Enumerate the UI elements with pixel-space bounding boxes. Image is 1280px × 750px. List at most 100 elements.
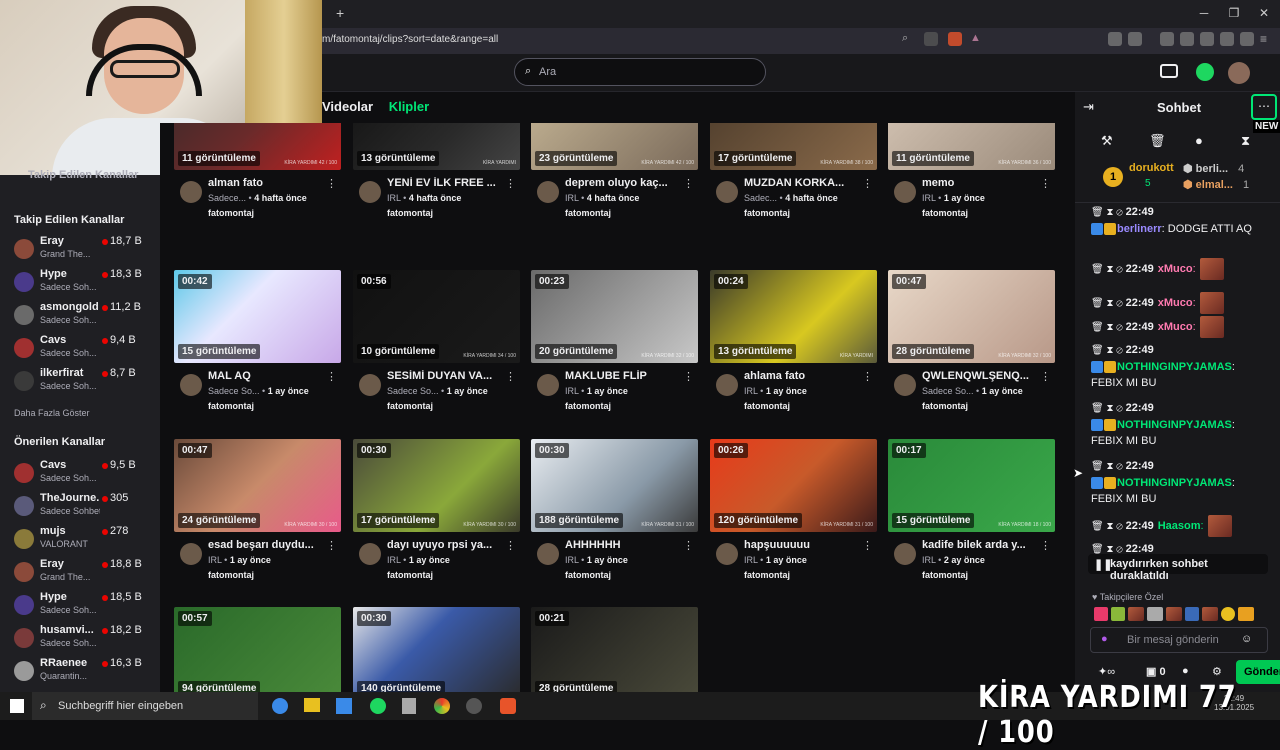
mod-tools-icon[interactable]: 🗑 ⧗ ⊘ — [1091, 521, 1126, 532]
share-icon[interactable] — [924, 32, 938, 46]
clip-card[interactable]: 11 görüntüleme KİRA YARDIMI 42 / 100 alman… — [174, 123, 341, 218]
clip-category[interactable]: IRL — [387, 193, 401, 203]
clip-card[interactable]: 00:57 94 görüntüleme — [174, 607, 341, 692]
sidebar-channel[interactable]: Eray Grand The... 18,7 B — [0, 235, 160, 268]
more-options-icon[interactable]: ⋮ — [326, 370, 337, 383]
clip-category[interactable]: Sadece So... — [208, 386, 260, 396]
chat-message[interactable]: 🗑 ⧗ ⊘ 22:49 NOTHINGINPYJAMAS: FEBIX MI BU — [1091, 458, 1261, 507]
clip-thumbnail[interactable]: 11 görüntüleme KİRA YARDIMI 36 / 100 — [888, 123, 1055, 170]
clip-card[interactable]: 13 görüntüleme KİRA YARDIMI YENİ EV İLK FR… — [353, 123, 520, 218]
maximize-icon[interactable]: ❐ — [1224, 6, 1244, 20]
brave-shield-icon[interactable] — [948, 32, 962, 46]
more-options-icon[interactable]: ⋮ — [505, 177, 516, 190]
file-explorer-icon[interactable] — [304, 698, 320, 712]
chat-username[interactable]: berlinerr — [1117, 223, 1162, 235]
clip-card[interactable]: 17 görüntüleme KİRA YARDIMI 38 / 100 MUZDA… — [710, 123, 877, 218]
chat-username[interactable]: Haasom — [1158, 520, 1201, 532]
clip-thumbnail[interactable]: 17 görüntüleme KİRA YARDIMI 38 / 100 — [710, 123, 877, 170]
clip-thumbnail[interactable]: 00:47 28 görüntüleme KİRA YARDIMI 32 / 100 — [888, 270, 1055, 363]
sidebar-channel[interactable]: Hype Sadece Soh... 18,5 B — [0, 591, 160, 624]
clip-channel[interactable]: fatomontaj — [565, 208, 611, 218]
clip-thumbnail[interactable]: 00:47 24 görüntüleme KİRA YARDIMI 30 / 100 — [174, 439, 341, 532]
channel-avatar[interactable] — [894, 374, 916, 396]
pin-icon[interactable]: ⚒ — [1101, 133, 1113, 149]
clip-channel[interactable]: fatomontaj — [744, 570, 790, 580]
chat-message[interactable]: 🗑 ⧗ ⊘ 22:49 xMuco: — [1091, 258, 1261, 280]
reader-icon[interactable] — [1128, 32, 1142, 46]
clip-thumbnail[interactable]: 00:30 188 görüntüleme KİRA YARDIMI 31 / 10… — [531, 439, 698, 532]
clip-thumbnail[interactable]: 00:17 15 görüntüleme KİRA YARDIMI 18 / 100 — [888, 439, 1055, 532]
clip-channel[interactable]: fatomontaj — [208, 401, 254, 411]
clip-thumbnail[interactable]: 00:23 20 görüntüleme KİRA YARDIMI 32 / 100 — [531, 270, 698, 363]
chrome-icon[interactable] — [434, 698, 450, 714]
clip-thumbnail[interactable]: 00:42 15 görüntüleme — [174, 270, 341, 363]
gifter-row[interactable]: ⬢ berli... 4 — [1183, 162, 1249, 178]
channel-avatar[interactable] — [359, 181, 381, 203]
emote[interactable] — [1202, 607, 1218, 621]
clip-category[interactable]: Sadece So... — [387, 386, 439, 396]
sidebar-toggle-icon[interactable] — [1180, 32, 1194, 46]
clip-title[interactable]: hapşuuuuuu — [744, 539, 862, 551]
timer-icon[interactable]: ⧗ — [1241, 133, 1250, 149]
menu-icon[interactable]: ≡ — [1260, 32, 1274, 46]
emote[interactable] — [1238, 607, 1254, 621]
clip-title[interactable]: dayı uyuyo rpsi ya... — [387, 539, 505, 551]
sidebar-channel[interactable]: Eray Grand The... 18,8 B — [0, 558, 160, 591]
clip-card[interactable]: 00:47 24 görüntüleme KİRA YARDIMI 30 / 100… — [174, 439, 341, 580]
channel-avatar[interactable] — [359, 374, 381, 396]
extension-icon[interactable] — [1196, 63, 1214, 81]
clip-category[interactable]: Sadece... — [208, 193, 246, 203]
prime-icon[interactable] — [1160, 64, 1178, 78]
windows-start-icon[interactable] — [10, 699, 24, 713]
channel-avatar[interactable] — [537, 181, 559, 203]
clip-title[interactable]: deprem oluyo kaç... — [565, 177, 683, 189]
clip-card[interactable]: 00:30 140 görüntüleme — [353, 607, 520, 692]
clip-category[interactable]: IRL — [744, 386, 758, 396]
clip-category[interactable]: IRL — [208, 555, 222, 565]
more-options-icon[interactable]: ⋮ — [862, 370, 873, 383]
clip-card[interactable]: 00:47 28 görüntüleme KİRA YARDIMI 32 / 100… — [888, 270, 1055, 411]
wallet-icon[interactable] — [1200, 32, 1214, 46]
chat-message[interactable]: 🗑 ⧗ ⊘ 22:49 xMuco: — [1091, 316, 1261, 338]
emote[interactable] — [1185, 607, 1199, 621]
chat-username[interactable]: xMuco — [1158, 321, 1193, 333]
channel-avatar[interactable] — [716, 374, 738, 396]
clip-thumbnail[interactable]: 23 görüntüleme KİRA YARDIMI 42 / 100 — [531, 123, 698, 170]
clip-title[interactable]: memo — [922, 177, 1040, 189]
clip-thumbnail[interactable]: 00:24 13 görüntüleme KİRA YARDIMI — [710, 270, 877, 363]
sidebar-channel[interactable]: Hype Sadece Soh... 18,3 B — [0, 268, 160, 301]
clip-card[interactable]: 11 görüntüleme KİRA YARDIMI 36 / 100 memo ⋮… — [888, 123, 1055, 218]
clip-thumbnail[interactable]: 00:56 10 görüntüleme KİRA YARDIMI 34 / 100 — [353, 270, 520, 363]
search-icon[interactable]: ⌕ — [902, 32, 916, 46]
clip-title[interactable]: MUZDAN KORKA... — [744, 177, 862, 189]
obs-icon[interactable] — [466, 698, 482, 714]
clip-category[interactable]: IRL — [565, 193, 579, 203]
more-options-icon[interactable]: ⋮ — [862, 177, 873, 190]
mod-tools-icon[interactable]: 🗑 ⧗ ⊘ — [1091, 207, 1126, 218]
more-options-icon[interactable]: ⋮ — [505, 370, 516, 383]
channel-avatar[interactable] — [180, 181, 202, 203]
show-more-link[interactable]: Daha Fazla Göster — [14, 408, 90, 418]
channel-points-icon[interactable]: ✦∞ — [1098, 665, 1115, 678]
close-icon[interactable]: ✕ — [1254, 6, 1274, 20]
clip-title[interactable]: MAKLUBE FLİP — [565, 370, 683, 382]
more-options-icon[interactable]: ⋮ — [1040, 177, 1051, 190]
spotify-icon[interactable] — [370, 698, 386, 714]
clip-title[interactable]: kadife bilek arda y... — [922, 539, 1040, 551]
more-options-icon[interactable]: ⋮ — [1040, 539, 1051, 552]
mod-tools-icon[interactable]: 🗑 ⧗ ⊘ — [1091, 298, 1126, 309]
new-tab-button[interactable]: + — [336, 5, 344, 21]
url-text[interactable]: m/fatomontaj/clips?sort=date&range=all — [322, 34, 498, 45]
chat-message[interactable]: 🗑 ⧗ ⊘ 22:49 Haasom: — [1091, 515, 1261, 537]
music-icon[interactable] — [1160, 32, 1174, 46]
more-options-icon[interactable]: ⋮ — [326, 177, 337, 190]
more-options-icon[interactable]: ⋮ — [683, 539, 694, 552]
clip-title[interactable]: esad beşarı duydu... — [208, 539, 326, 551]
clip-category[interactable]: IRL — [744, 555, 758, 565]
search-input[interactable]: ⌕ Ara — [514, 58, 766, 86]
top-gifter-name[interactable]: dorukott — [1129, 162, 1174, 174]
clip-category[interactable]: Sadece So... — [922, 386, 974, 396]
sidebar-channel[interactable]: asmongold Sadece Soh... 11,2 B — [0, 301, 160, 334]
chat-username[interactable]: NOTHINGINPYJAMAS — [1117, 419, 1232, 431]
channel-avatar[interactable] — [359, 543, 381, 565]
